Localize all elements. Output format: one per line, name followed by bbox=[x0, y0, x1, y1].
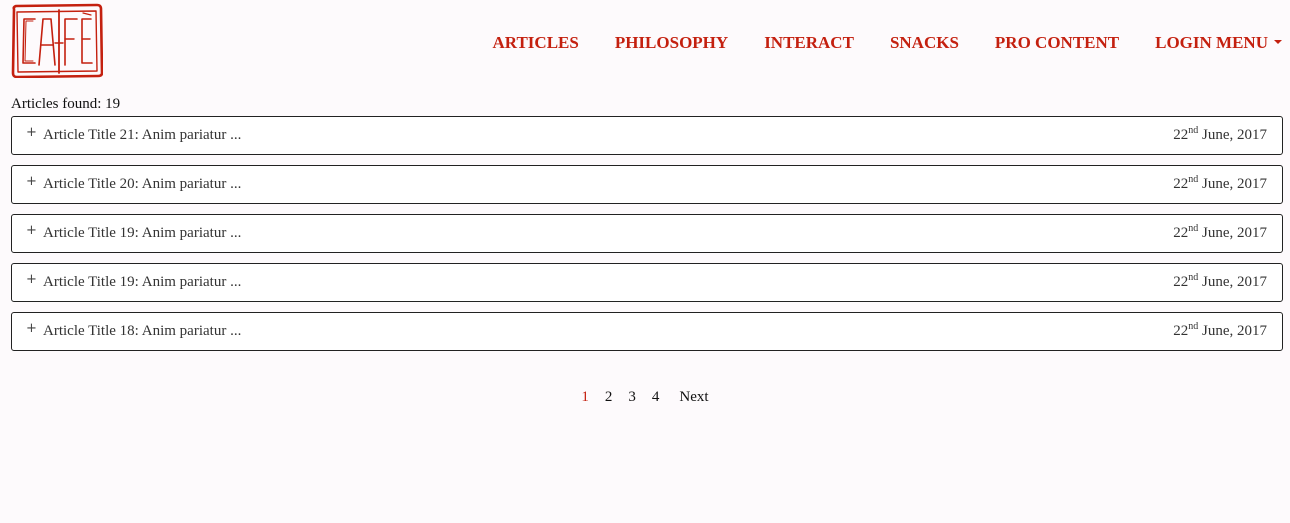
article-date: 22nd June, 2017 bbox=[1173, 125, 1267, 144]
nav-pro-content[interactable]: PRO CONTENT bbox=[995, 33, 1119, 53]
nav-login-menu[interactable]: LOGIN MENU bbox=[1155, 33, 1282, 53]
article-date: 22nd June, 2017 bbox=[1173, 174, 1267, 193]
nav-articles[interactable]: ARTICLES bbox=[493, 33, 579, 53]
page-link-2[interactable]: 2 bbox=[605, 389, 613, 406]
main-nav: ARTICLES PHILOSOPHY INTERACT SNACKS PRO … bbox=[493, 33, 1282, 53]
nav-philosophy[interactable]: PHILOSOPHY bbox=[615, 33, 728, 53]
next-page-link[interactable]: Next bbox=[679, 389, 708, 406]
expand-plus-icon: + bbox=[26, 174, 37, 189]
login-menu-label: LOGIN MENU bbox=[1155, 33, 1268, 52]
pagination: 1 2 3 4 Next bbox=[0, 389, 1290, 406]
page-link-3[interactable]: 3 bbox=[628, 389, 636, 406]
nav-snacks[interactable]: SNACKS bbox=[890, 33, 959, 53]
nav-interact[interactable]: INTERACT bbox=[764, 33, 854, 53]
article-row[interactable]: + Article Title 19: Anim pariatur ... 22… bbox=[11, 263, 1283, 302]
articles-found-count: Articles found: 19 bbox=[11, 96, 121, 112]
article-date: 22nd June, 2017 bbox=[1173, 223, 1267, 242]
page-link-1[interactable]: 1 bbox=[581, 389, 589, 406]
article-title: Article Title 21: Anim pariatur ... bbox=[43, 127, 242, 143]
article-title: Article Title 18: Anim pariatur ... bbox=[43, 323, 242, 339]
article-title: Article Title 19: Anim pariatur ... bbox=[43, 225, 242, 241]
article-list: + Article Title 21: Anim pariatur ... 22… bbox=[11, 116, 1283, 361]
expand-plus-icon: + bbox=[26, 223, 37, 238]
article-row[interactable]: + Article Title 21: Anim pariatur ... 22… bbox=[11, 116, 1283, 155]
article-date: 22nd June, 2017 bbox=[1173, 272, 1267, 291]
article-title: Article Title 19: Anim pariatur ... bbox=[43, 274, 242, 290]
article-date: 22nd June, 2017 bbox=[1173, 321, 1267, 340]
article-row[interactable]: + Article Title 19: Anim pariatur ... 22… bbox=[11, 214, 1283, 253]
expand-plus-icon: + bbox=[26, 272, 37, 287]
article-row[interactable]: + Article Title 18: Anim pariatur ... 22… bbox=[11, 312, 1283, 351]
page-link-4[interactable]: 4 bbox=[652, 389, 660, 406]
article-row[interactable]: + Article Title 20: Anim pariatur ... 22… bbox=[11, 165, 1283, 204]
site-header: ARTICLES PHILOSOPHY INTERACT SNACKS PRO … bbox=[0, 0, 1290, 92]
cafe-logo[interactable] bbox=[11, 3, 103, 78]
article-title: Article Title 20: Anim pariatur ... bbox=[43, 176, 242, 192]
expand-plus-icon: + bbox=[26, 321, 37, 336]
caret-down-icon bbox=[1274, 40, 1282, 45]
expand-plus-icon: + bbox=[26, 125, 37, 140]
